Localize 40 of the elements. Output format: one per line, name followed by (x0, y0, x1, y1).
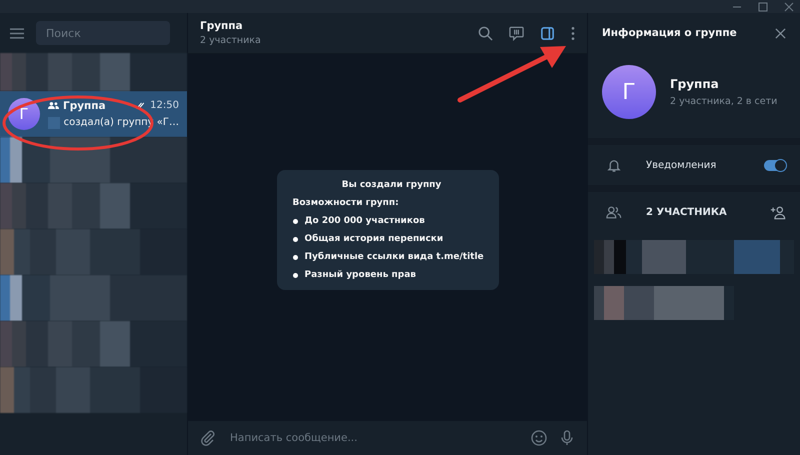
group-name: Группа (670, 77, 720, 91)
microphone-icon[interactable] (559, 430, 575, 446)
chat-title: Группа (200, 20, 244, 32)
pixelated-sender-name (48, 116, 60, 128)
bullet-icon (292, 254, 298, 260)
search-icon[interactable] (478, 26, 493, 40)
group-avatar: Г (8, 98, 40, 130)
add-member-icon[interactable] (770, 204, 786, 220)
panel-title: Информация о группе (602, 27, 737, 39)
people-icon (606, 204, 622, 220)
notifications-label: Уведомления (646, 160, 718, 170)
chat-subtitle: 2 участника (200, 35, 261, 46)
group-icon (48, 101, 59, 110)
more-options-icon[interactable] (571, 26, 575, 40)
chat-time: 12:50 (150, 100, 179, 111)
maximize-icon[interactable] (758, 2, 768, 12)
bullet-icon (292, 218, 298, 224)
members-label: 2 УЧАСТНИКА (646, 206, 728, 218)
search-field[interactable]: Поиск (36, 21, 170, 45)
bullet-icon (292, 236, 298, 242)
notifications-toggle[interactable] (764, 160, 786, 170)
card-title: Вы создали группу (342, 180, 442, 190)
bell-icon (606, 158, 622, 172)
paperclip-icon[interactable] (200, 430, 216, 446)
sidebar-toggle-icon[interactable] (540, 26, 555, 40)
chat-name: Группа (63, 100, 107, 112)
message-field[interactable]: Написать сообщение... (228, 431, 519, 445)
group-avatar: Г (602, 65, 656, 119)
feature-text: Общая история переписки (304, 234, 444, 244)
menu-icon[interactable] (10, 28, 24, 38)
feature-text: Публичные ссылки вида t.me/title (304, 252, 484, 262)
card-heading: Возможности групп: (292, 198, 400, 208)
feature-text: До 200 000 участников (304, 216, 425, 226)
close-icon[interactable] (775, 28, 786, 38)
smiley-icon[interactable] (531, 430, 547, 446)
group-status: 2 участника, 2 в сети (670, 96, 778, 107)
speech-bubble-bars-icon[interactable] (509, 26, 524, 40)
close-icon[interactable] (784, 2, 794, 12)
bullet-icon (292, 272, 298, 278)
feature-text: Разный уровень прав (304, 270, 416, 280)
